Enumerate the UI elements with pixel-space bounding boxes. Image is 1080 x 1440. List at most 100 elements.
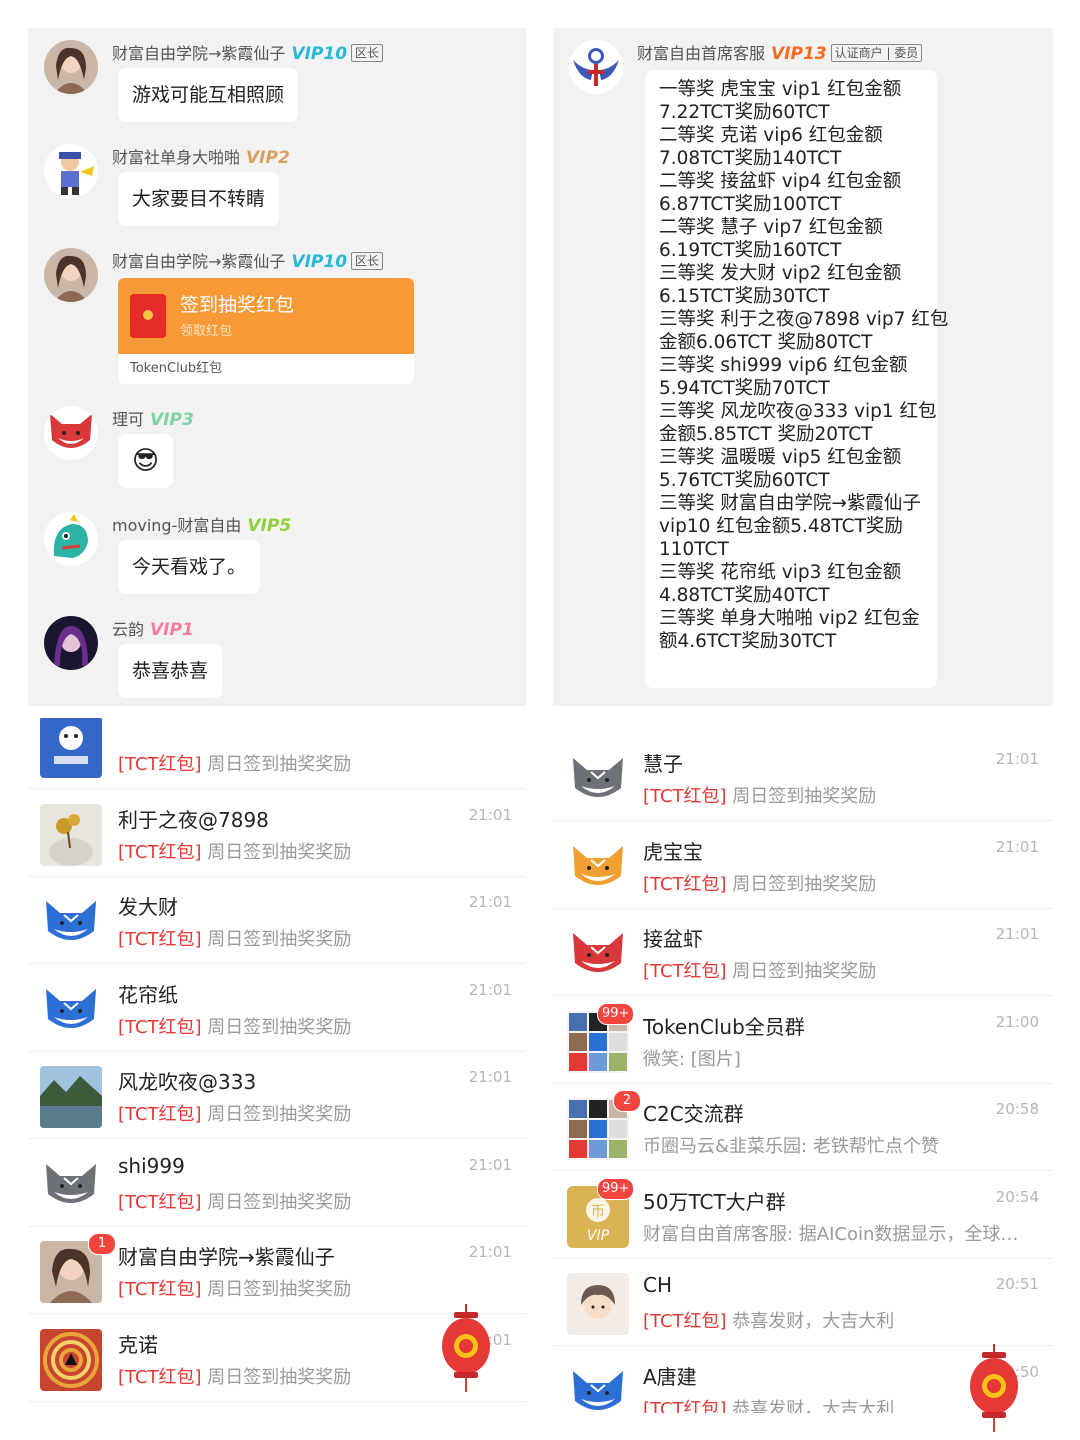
message-bubble[interactable]: 大家要目不转睛 xyxy=(118,172,280,226)
conversation-time: 21:01 xyxy=(995,750,1039,768)
avatar[interactable] xyxy=(40,1328,102,1391)
unread-badge: 99+ xyxy=(597,1177,635,1200)
conversation-row[interactable]: CH 20:51 [TCT红包] 恭喜发财，大吉大利 xyxy=(553,1259,1053,1346)
conversation-row[interactable]: 花帘纸 21:01 [TCT红包] 周日签到抽奖奖励 xyxy=(28,965,526,1052)
avatar[interactable] xyxy=(44,40,98,94)
preview-text: 周日签到抽奖奖励 xyxy=(207,754,352,775)
red-packet-card[interactable]: 签到抽奖红包 领取红包 TokenClub红包 xyxy=(118,278,414,384)
conversation-row[interactable]: 接盆虾 21:01 [TCT红包] 周日签到抽奖奖励 xyxy=(553,909,1053,996)
emoji-bubble[interactable]: 😎 xyxy=(118,434,174,488)
announcement-line: 三等奖 shi999 vip6 红包金额 xyxy=(659,355,908,376)
red-envelope-icon xyxy=(130,294,166,338)
announcement-line: 7.22TCT奖励60TCT xyxy=(659,102,830,123)
conversation-row[interactable]: 发大财 21:01 [TCT红包] 周日签到抽奖奖励 xyxy=(28,877,526,964)
conversation-preview: [TCT红包] 周日签到抽奖奖励 xyxy=(118,1363,351,1389)
announcement-line: 三等奖 花帘纸 vip3 红包金额 xyxy=(659,562,902,583)
conversation-time: 21:01 xyxy=(468,1068,512,1086)
announcement-line: 6.15TCT奖励30TCT xyxy=(659,286,830,307)
avatar[interactable] xyxy=(40,718,102,778)
preview-text: 周日签到抽奖奖励 xyxy=(207,841,352,863)
conversation-preview: [TCT红包] 周日签到抽奖奖励 xyxy=(118,1100,351,1126)
preview-text: 恭喜发财，大吉大利 xyxy=(732,1311,895,1332)
conversation-name: shi999 xyxy=(118,1153,185,1178)
announcement-panel: 财富自由首席客服 VIP13 认证商户 | 委员 一等奖 虎宝宝 vip1 红包金额… xyxy=(553,28,1053,706)
avatar[interactable] xyxy=(40,803,102,866)
lantern-icon[interactable] xyxy=(440,1304,492,1392)
preview-text: 周日签到抽奖奖励 xyxy=(207,1104,352,1125)
tct-redpacket-prefix: [TCT红包] xyxy=(118,1279,202,1300)
avatar[interactable] xyxy=(44,248,98,302)
conversation-preview: 微笑: [图片] xyxy=(643,1045,741,1071)
tct-redpacket-prefix: [TCT红包] xyxy=(643,961,727,982)
conversation-time: 21:01 xyxy=(468,1243,512,1261)
sender-name: 财富自由学院→紫霞仙子 xyxy=(112,44,286,63)
conversation-row[interactable]: 虎宝宝 21:01 [TCT红包] 周日签到抽奖奖励 xyxy=(553,822,1053,909)
avatar[interactable] xyxy=(40,1153,102,1216)
conversation-time: 20:51 xyxy=(995,1275,1039,1293)
conversation-name: 接盆虾 xyxy=(643,927,703,951)
avatar[interactable] xyxy=(44,616,98,670)
conversation-row[interactable]: 99+ TokenClub全员群 21:00 微笑: [图片] xyxy=(553,997,1053,1084)
conversation-preview: [TCT红包] 恭喜发财，大吉大利 xyxy=(643,1307,894,1333)
conversation-time: 21:01 xyxy=(468,980,512,999)
conversation-name: 利于之夜@7898 xyxy=(118,807,269,832)
avatar[interactable] xyxy=(44,144,98,198)
preview-text: 周日签到抽奖奖励 xyxy=(732,786,877,807)
avatar[interactable] xyxy=(567,748,629,810)
avatar[interactable] xyxy=(44,406,98,460)
preview-text: 周日签到抽奖奖励 xyxy=(207,929,352,950)
avatar[interactable] xyxy=(40,891,102,953)
conversation-row[interactable]: 慧子 21:01 [TCT红包] 周日签到抽奖奖励 xyxy=(553,734,1053,821)
red-packet-title: 签到抽奖红包 xyxy=(180,294,295,316)
announcement-text: 一等奖 虎宝宝 vip1 红包金额 7.22TCT奖励60TCT 二等奖 克诺 vi… xyxy=(659,78,948,653)
announcement-line: 6.19TCT奖励160TCT xyxy=(659,240,842,261)
tct-redpacket-prefix: [TCT红包] xyxy=(118,754,202,775)
announcement-line: 三等奖 发大财 vip2 红包金额 xyxy=(659,263,902,284)
vip-level: VIP5 xyxy=(247,516,292,536)
conversation-row[interactable]: 2 C2C交流群 20:58 币圈马云&韭菜乐园: 老铁帮忙点个赞 xyxy=(553,1084,1053,1171)
avatar[interactable] xyxy=(44,512,98,566)
sender-line: 云韵 VIP1 xyxy=(112,616,194,640)
sender-line: 财富自由学院→紫霞仙子 VIP10 区长 xyxy=(112,248,384,272)
conversation-preview: [TCT红包] 周日签到抽奖奖励 xyxy=(643,957,876,983)
vip-level: VIP2 xyxy=(246,148,290,168)
sender-name: 云韵 xyxy=(112,620,145,639)
conversation-name: 虎宝宝 xyxy=(643,839,703,864)
tct-redpacket-prefix: [TCT红包] xyxy=(118,1016,202,1038)
conversation-row[interactable]: 利于之夜@7898 21:01 [TCT红包] 周日签到抽奖奖励 xyxy=(28,790,526,877)
avatar[interactable] xyxy=(40,978,102,1041)
conversation-preview: [TCT红包] 周日签到抽奖奖励 xyxy=(643,782,876,808)
announcement-line: 二等奖 接盆虾 vip4 红包金额 xyxy=(659,171,902,192)
announcement-line: 5.94TCT奖励70TCT xyxy=(659,378,830,399)
conversation-preview: [TCT红包] 周日签到抽奖奖励 xyxy=(118,750,351,776)
message-bubble[interactable]: 游戏可能互相照顾 xyxy=(118,68,299,122)
announcement-bubble[interactable]: 一等奖 虎宝宝 vip1 红包金额 7.22TCT奖励60TCT 二等奖 克诺 vi… xyxy=(645,70,948,688)
conversation-row[interactable]: 1 财富自由学院→紫霞仙子 21:01 [TCT红包] 周日签到抽奖奖励 xyxy=(28,1227,526,1314)
conversation-time: 21:01 xyxy=(468,1155,512,1174)
announcement-line: 二等奖 慧子 vip7 红包金额 xyxy=(659,217,883,238)
announcement-line: 三等奖 单身大啪啪 vip2 红包金 xyxy=(659,608,920,629)
avatar[interactable] xyxy=(567,1273,629,1335)
message-bubble[interactable]: 恭喜恭喜 xyxy=(118,644,223,698)
unread-badge: 1 xyxy=(88,1233,116,1255)
message-bubble[interactable]: 今天看戏了。 xyxy=(118,540,261,594)
vip-level: VIP10 xyxy=(291,252,348,272)
conversation-time: 21:01 xyxy=(995,925,1039,943)
conversation-row[interactable]: [TCT红包] 周日签到抽奖奖励 xyxy=(28,718,526,789)
preview-text: 周日签到抽奖奖励 xyxy=(207,1366,352,1388)
avatar[interactable] xyxy=(40,1066,102,1128)
conversation-row[interactable]: 风龙吹夜@333 21:01 [TCT红包] 周日签到抽奖奖励 xyxy=(28,1052,526,1139)
avatar[interactable] xyxy=(569,40,623,94)
announcement-line: 110TCT xyxy=(659,539,729,560)
avatar[interactable] xyxy=(567,1360,629,1413)
conversation-preview: 币圈马云&韭菜乐园: 老铁帮忙点个赞 xyxy=(643,1132,939,1158)
preview-text: 周日签到抽奖奖励 xyxy=(732,961,877,982)
tct-redpacket-prefix: [TCT红包] xyxy=(643,1398,727,1414)
lantern-icon[interactable] xyxy=(968,1344,1020,1432)
conversation-row[interactable]: 币 VIP 99+ 50万TCT大户群 20:54 财富自由首席客服: 据AICoin数据… xyxy=(553,1172,1053,1259)
announcement-line: 二等奖 克诺 vip6 红包金额 xyxy=(659,125,883,146)
avatar[interactable] xyxy=(567,835,629,898)
conversation-row[interactable]: shi999 21:01 [TCT红包] 周日签到抽奖奖励 xyxy=(28,1140,526,1227)
avatar[interactable] xyxy=(567,923,629,985)
tct-redpacket-prefix: [TCT红包] xyxy=(118,1191,202,1213)
